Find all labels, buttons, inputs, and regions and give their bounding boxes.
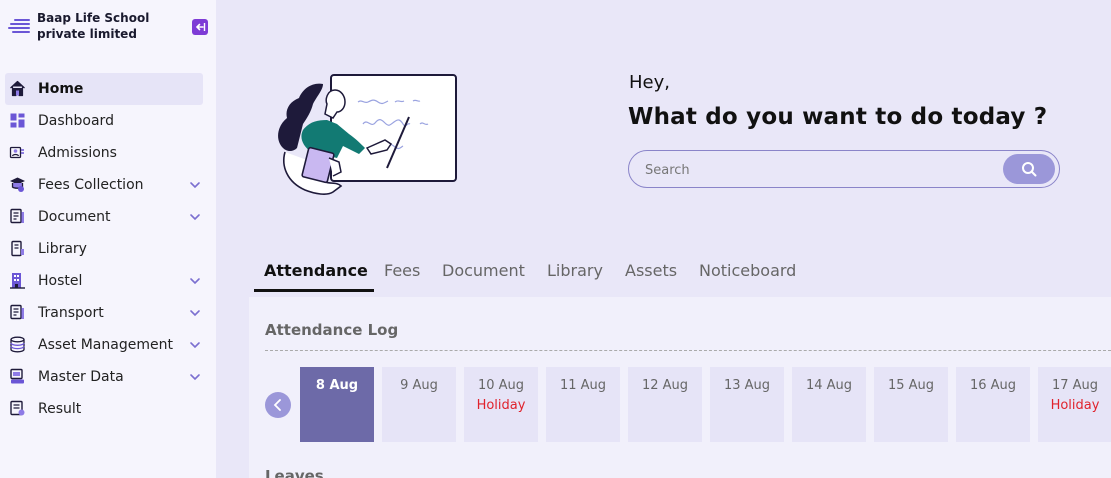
attendance-log-title: Attendance Log (265, 321, 399, 339)
sidebar-item-label: Home (38, 81, 84, 97)
search-bar (628, 150, 1060, 188)
document-icon (10, 208, 24, 224)
date-label: 16 Aug (969, 378, 1017, 393)
sidebar-item-home[interactable]: Home (5, 73, 203, 105)
divider (265, 350, 1111, 351)
search-input[interactable] (645, 160, 985, 180)
master-data-icon (10, 368, 24, 384)
sidebar-item-admissions[interactable]: Admissions (0, 137, 216, 169)
dashboard-icon (10, 113, 25, 128)
brand-name: Baap Life School private limited (37, 11, 150, 41)
chevron-down-icon[interactable] (188, 274, 202, 288)
tab-noticeboard[interactable]: Noticeboard (699, 258, 796, 292)
attendance-panel: Attendance Log 8 Aug 9 Aug 10 Aug Holiday… (249, 297, 1111, 478)
result-icon (10, 400, 25, 416)
tab-library[interactable]: Library (547, 258, 603, 292)
date-card[interactable]: 10 Aug Holiday (464, 367, 538, 442)
prev-dates-button[interactable] (265, 392, 291, 418)
transport-icon (10, 304, 24, 320)
date-card[interactable]: 16 Aug (956, 367, 1030, 442)
sidebar-item-label: Master Data (38, 369, 124, 385)
search-icon (1022, 162, 1037, 177)
sidebar-item-result[interactable]: Result (0, 393, 216, 425)
sidebar-item-label: Hostel (38, 273, 83, 289)
page-headline: What do you want to do today ? (628, 104, 1048, 130)
date-card[interactable]: 9 Aug (382, 367, 456, 442)
search-button[interactable] (1003, 154, 1055, 184)
sidebar-item-label: Transport (38, 305, 104, 321)
sidebar-item-fees-collection[interactable]: Fees Collection (0, 169, 216, 201)
admissions-icon (9, 146, 24, 159)
home-icon (10, 80, 25, 97)
database-icon (10, 336, 25, 353)
sidebar-item-asset-management[interactable]: Asset Management (0, 329, 216, 361)
sidebar-item-label: Document (38, 209, 111, 225)
date-card[interactable]: 13 Aug (710, 367, 784, 442)
date-label: 10 Aug (477, 378, 525, 393)
sidebar-item-label: Dashboard (38, 113, 114, 129)
chevron-down-icon[interactable] (188, 210, 202, 224)
date-label: 12 Aug (641, 378, 689, 393)
sidebar-item-hostel[interactable]: Hostel (0, 265, 216, 297)
sidebar-item-label: Library (38, 241, 87, 257)
date-card[interactable]: 8 Aug (300, 367, 374, 442)
library-icon (11, 240, 24, 257)
date-label: 13 Aug (723, 378, 771, 393)
date-label: 9 Aug (400, 378, 438, 393)
chevron-left-icon (273, 399, 281, 411)
sidebar-item-label: Admissions (38, 145, 117, 161)
tab-assets[interactable]: Assets (625, 258, 677, 292)
holiday-label: Holiday (476, 398, 526, 413)
chevron-down-icon[interactable] (188, 306, 202, 320)
greeting-text: Hey, (629, 72, 670, 93)
date-label: 17 Aug (1051, 378, 1099, 393)
brand-header: Baap Life School private limited (0, 0, 216, 52)
chevron-down-icon[interactable] (188, 178, 202, 192)
sidebar-item-label: Result (38, 401, 82, 417)
sidebar-item-label: Asset Management (38, 337, 173, 353)
date-card[interactable]: 15 Aug (874, 367, 948, 442)
hamburger-icon[interactable] (8, 19, 30, 35)
sidebar-item-dashboard[interactable]: Dashboard (0, 105, 216, 137)
tab-fees[interactable]: Fees (384, 258, 420, 292)
date-label: 15 Aug (887, 378, 935, 393)
date-card[interactable]: 12 Aug (628, 367, 702, 442)
date-label: 14 Aug (805, 378, 853, 393)
hostel-icon (10, 273, 25, 289)
leaves-title: Leaves (265, 467, 324, 478)
date-card[interactable]: 11 Aug (546, 367, 620, 442)
holiday-label: Holiday (1050, 398, 1100, 413)
teacher-illustration (278, 74, 457, 195)
sidebar-item-library[interactable]: Library (0, 233, 216, 265)
date-label: 8 Aug (315, 378, 359, 393)
tab-attendance[interactable]: Attendance (254, 258, 374, 292)
sidebar-item-label: Fees Collection (38, 177, 144, 193)
date-card[interactable]: 14 Aug (792, 367, 866, 442)
fees-icon (10, 177, 25, 192)
chevron-down-icon[interactable] (188, 370, 202, 384)
chevron-down-icon[interactable] (188, 338, 202, 352)
date-label: 11 Aug (559, 378, 607, 393)
arrow-left-icon (195, 23, 206, 31)
sidebar-item-document[interactable]: Document (0, 201, 216, 233)
sidebar-item-transport[interactable]: Transport (0, 297, 216, 329)
date-card[interactable]: 17 Aug Holiday (1038, 367, 1111, 442)
sidebar: Baap Life School private limited Home Da… (0, 0, 216, 478)
sidebar-nav: Home Dashboard Admissions Fees Collectio… (0, 73, 216, 425)
tab-document[interactable]: Document (442, 258, 525, 292)
sidebar-item-master-data[interactable]: Master Data (0, 361, 216, 393)
collapse-sidebar-button[interactable] (192, 19, 208, 35)
